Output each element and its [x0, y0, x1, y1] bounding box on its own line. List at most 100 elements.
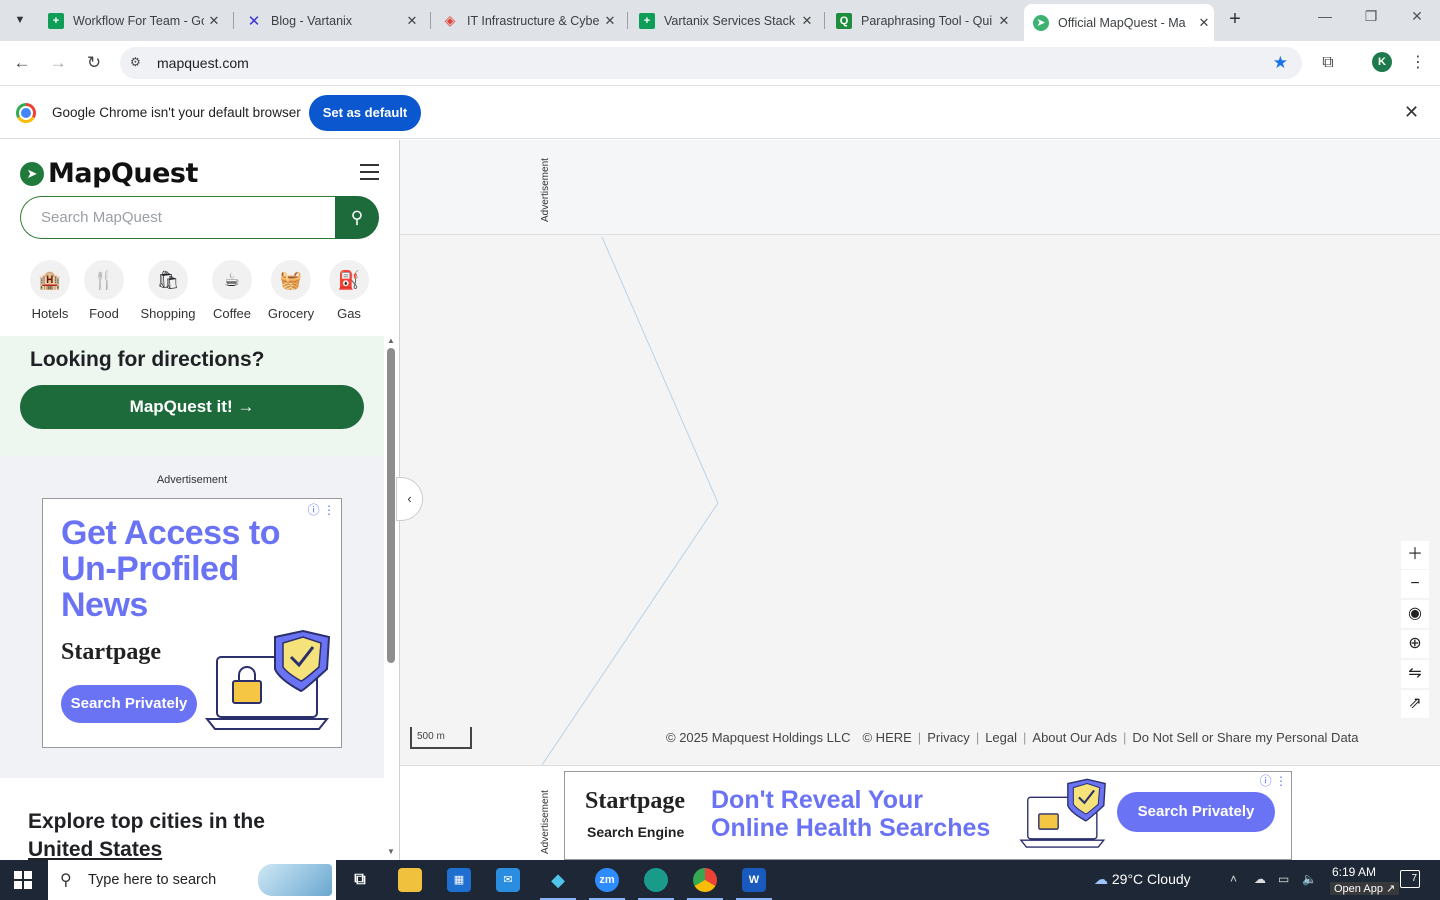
- notifications-icon[interactable]: 7: [1400, 870, 1420, 888]
- startpage-ad[interactable]: ⓘ ⋮ Get Access to Un-Profiled News Start…: [42, 498, 342, 748]
- x-logo-icon: ✕: [247, 12, 261, 30]
- ad-headline: Get Access to Un-Profiled News: [61, 514, 281, 624]
- ad-headline: Don't Reveal Your Online Health Searches: [711, 786, 990, 842]
- address-bar[interactable]: ⚙ mapquest.com ★: [120, 47, 1302, 79]
- category-gas[interactable]: ⛽ Gas: [319, 260, 379, 321]
- map-scale-bar: 500 m: [410, 727, 472, 749]
- extensions-icon[interactable]: ⧉: [1316, 51, 1340, 75]
- ad-brand: Startpage: [585, 788, 685, 814]
- globe-view-icon[interactable]: ◉: [1401, 600, 1429, 628]
- mapquest-it-button[interactable]: MapQuest it! →: [20, 385, 364, 429]
- tab-workflow[interactable]: + Workflow For Team - Go ✕: [44, 6, 224, 35]
- edge-icon[interactable]: [638, 868, 674, 900]
- laptop-lock-illustration-icon: [1019, 778, 1106, 848]
- window-close-icon[interactable]: ✕: [1394, 8, 1440, 25]
- gas-pump-icon: ⛽: [329, 260, 369, 300]
- search-privately-button[interactable]: Search Privately: [61, 685, 197, 723]
- category-label: Coffee: [212, 306, 252, 321]
- windows-start-icon[interactable]: [14, 871, 32, 889]
- grocery-basket-icon: 🧺: [271, 260, 311, 300]
- close-icon[interactable]: ✕: [204, 13, 224, 29]
- tab-mapquest[interactable]: ➤ Official MapQuest - Ma ✕: [1024, 4, 1214, 41]
- minimize-icon[interactable]: —: [1302, 8, 1348, 24]
- category-shopping[interactable]: 🛍 Shopping: [138, 260, 198, 321]
- zoom-in-icon[interactable]: ＋: [1401, 541, 1429, 569]
- here-attribution[interactable]: © HERE: [856, 730, 917, 745]
- forward-icon[interactable]: →: [46, 51, 70, 75]
- category-coffee[interactable]: ☕ Coffee: [202, 260, 262, 321]
- about-ads-link[interactable]: About Our Ads: [1026, 730, 1123, 745]
- close-icon[interactable]: ✕: [600, 13, 620, 29]
- show-hidden-icons-icon[interactable]: ˄: [1230, 872, 1237, 886]
- zoom-out-icon[interactable]: −: [1401, 570, 1429, 598]
- new-tab-icon[interactable]: +: [1224, 8, 1246, 32]
- legal-link[interactable]: Legal: [979, 730, 1023, 745]
- close-icon[interactable]: ✕: [1194, 15, 1214, 31]
- mapquest-logo[interactable]: ➤ MapQuest: [20, 158, 198, 189]
- share-icon[interactable]: ⇗: [1401, 690, 1429, 718]
- tab-it-infrastructure[interactable]: ◈ IT Infrastructure & Cybe ✕: [440, 6, 620, 35]
- category-label: Food: [89, 306, 119, 321]
- clock-time: 6:19 AM: [1332, 865, 1377, 879]
- tab-vartanix-services[interactable]: + Vartanix Services Stack ✕: [637, 6, 817, 35]
- search-input[interactable]: [20, 196, 336, 239]
- microsoft-store-icon[interactable]: ▦: [447, 868, 471, 892]
- tab-blog-vartanix[interactable]: ✕ Blog - Vartanix ✕: [242, 6, 422, 35]
- restore-icon[interactable]: ❐: [1348, 8, 1394, 25]
- locate-me-icon[interactable]: ⊕: [1401, 630, 1429, 658]
- ad-info-icon[interactable]: ⓘ ⋮: [1260, 772, 1287, 789]
- bookmark-star-icon[interactable]: ★: [1273, 53, 1288, 73]
- menu-dots-icon[interactable]: ⋮: [1406, 51, 1430, 75]
- reload-icon[interactable]: ↻: [82, 51, 106, 75]
- search-privately-button[interactable]: Search Privately: [1117, 792, 1275, 832]
- do-not-sell-link[interactable]: Do Not Sell or Share my Personal Data: [1126, 730, 1364, 745]
- map-canvas[interactable]: Advertisement ＋ − ◉ ⊕ ⇋ ⇗ 500 m © 2025 M…: [400, 140, 1440, 765]
- scrollbar-thumb[interactable]: [387, 348, 395, 663]
- button-label: MapQuest it!: [129, 397, 233, 416]
- scroll-down-icon[interactable]: ▼: [387, 847, 395, 856]
- ad-brand: Startpage: [61, 639, 161, 665]
- taskbar-search[interactable]: ⚲ Type here to search: [48, 860, 336, 900]
- shopping-bag-icon: 🛍: [148, 260, 188, 300]
- weather-widget[interactable]: ☁ 29°C Cloudy: [1094, 871, 1191, 888]
- word-icon[interactable]: W: [736, 868, 772, 900]
- tab-paraphrasing-tool[interactable]: Q Paraphrasing Tool - Qui ✕: [834, 6, 1014, 35]
- copyright-text: © 2025 Mapquest Holdings LLC: [666, 730, 851, 745]
- open-app-tooltip[interactable]: Open App ↗: [1330, 882, 1400, 895]
- close-icon[interactable]: ✕: [402, 13, 422, 29]
- category-food[interactable]: 🍴 Food: [74, 260, 134, 321]
- fork-knife-icon: 🍴: [84, 260, 124, 300]
- close-icon[interactable]: ✕: [797, 13, 817, 29]
- traffic-layer-icon[interactable]: ⇋: [1401, 660, 1429, 688]
- search-button[interactable]: ⚲: [335, 196, 379, 239]
- set-as-default-button[interactable]: Set as default: [309, 95, 421, 131]
- task-view-icon[interactable]: ⧉: [348, 868, 372, 892]
- tab-divider: [824, 12, 825, 29]
- tab-search-chevron-icon[interactable]: ▼: [8, 8, 32, 32]
- site-info-icon[interactable]: ⚙: [130, 55, 141, 69]
- back-icon[interactable]: ←: [10, 51, 34, 75]
- directions-heading: Looking for directions?: [30, 348, 265, 371]
- chrome-icon[interactable]: [687, 868, 723, 900]
- onedrive-icon[interactable]: ☁: [1254, 872, 1266, 886]
- category-grocery[interactable]: 🧺 Grocery: [261, 260, 321, 321]
- file-explorer-icon[interactable]: [398, 868, 422, 892]
- close-icon[interactable]: ✕: [1404, 102, 1419, 123]
- sidebar-scroll-content: Looking for directions? MapQuest it! → A…: [0, 336, 384, 860]
- sidebar-scrollbar[interactable]: ▲ ▼: [385, 336, 398, 856]
- startpage-banner-ad[interactable]: ⓘ ⋮ Startpage Search Engine Don't Reveal…: [564, 771, 1292, 860]
- category-hotels[interactable]: 🏨 Hotels: [20, 260, 80, 321]
- network-icon[interactable]: ▭: [1278, 872, 1289, 886]
- system-clock[interactable]: 6:19 AM: [1332, 864, 1376, 880]
- scroll-up-icon[interactable]: ▲: [387, 336, 395, 345]
- zoom-icon[interactable]: zm: [589, 868, 625, 900]
- mail-icon[interactable]: ✉: [496, 868, 520, 892]
- hamburger-menu-icon[interactable]: [360, 164, 379, 180]
- volume-icon[interactable]: 🔈: [1302, 872, 1317, 886]
- close-icon[interactable]: ✕: [994, 13, 1014, 29]
- url-text: mapquest.com: [157, 55, 249, 71]
- united-states-link[interactable]: United States: [28, 836, 265, 860]
- privacy-link[interactable]: Privacy: [921, 730, 976, 745]
- profile-avatar[interactable]: K: [1372, 52, 1392, 72]
- kodi-icon[interactable]: ◆: [540, 868, 576, 900]
